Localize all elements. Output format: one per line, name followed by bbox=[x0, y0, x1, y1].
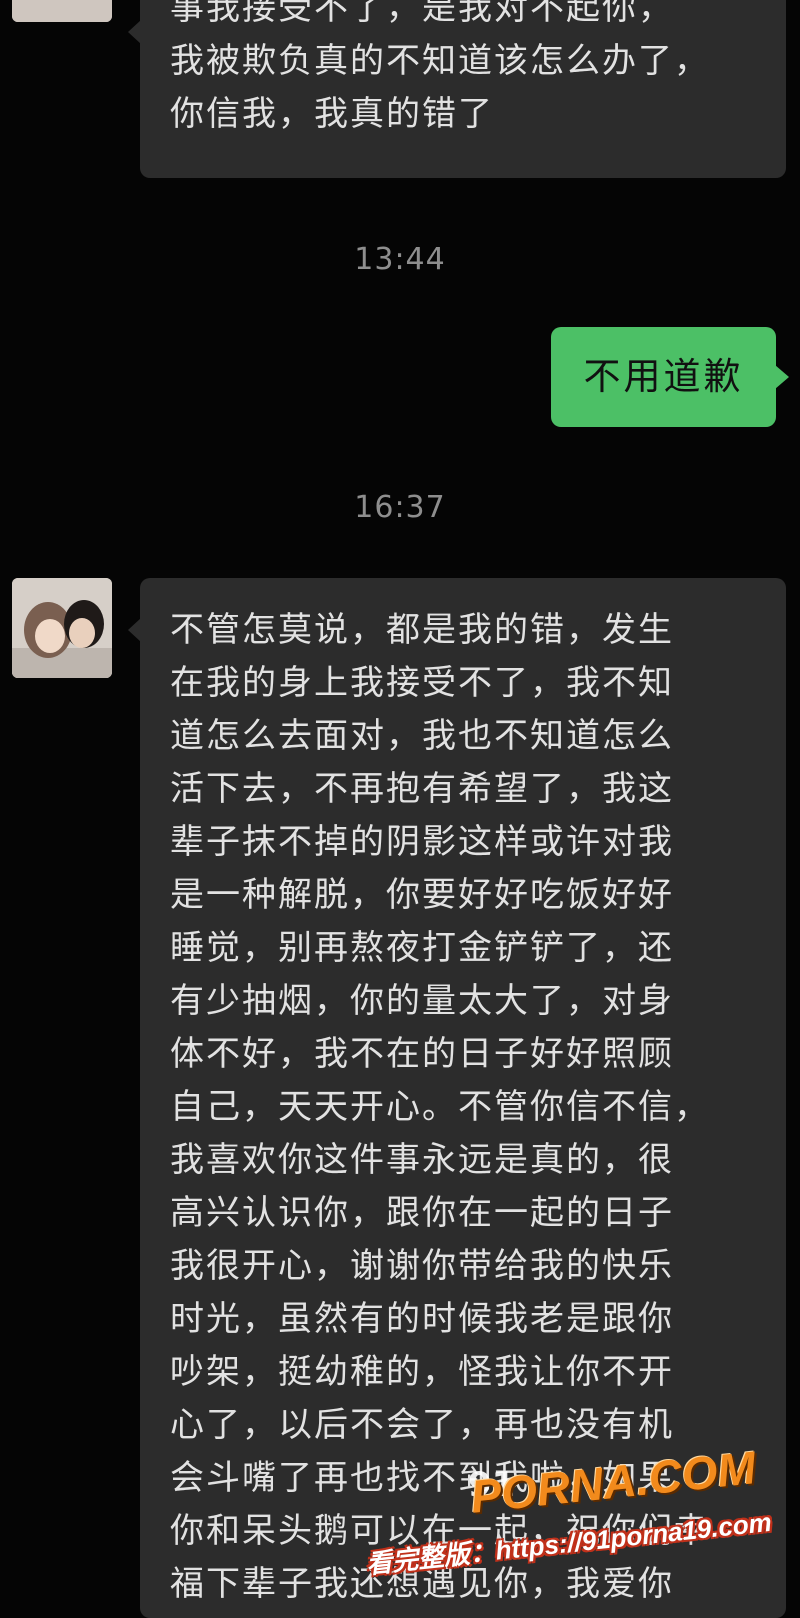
message-line: 时光，虽然有的时候我老是跟你 bbox=[170, 1299, 674, 1339]
message-line: 有少抽烟，你的量太大了，对身 bbox=[170, 981, 674, 1021]
message-line: 体不好，我不在的日子好好照顾 bbox=[170, 1034, 674, 1074]
message-line: 吵架，挺幼稚的，怪我让你不开 bbox=[170, 1352, 674, 1392]
message-line: 在我的身上我接受不了，我不知 bbox=[170, 663, 674, 703]
message-line: 活下去，不再抱有希望了，我这 bbox=[170, 769, 674, 809]
message-line: 你信我，我真的错了 bbox=[170, 94, 494, 134]
avatar-photo bbox=[12, 578, 112, 678]
outgoing-message-bubble[interactable]: 不用道歉 bbox=[551, 327, 789, 427]
contact-avatar[interactable] bbox=[12, 0, 112, 22]
message-line: 辈子抹不掉的阴影这样或许对我 bbox=[170, 822, 674, 862]
chat-view[interactable]: 事我接受不了，是我对不起你， 我被欺负真的不知道该怎么办了， 你信我，我真的错了… bbox=[0, 0, 800, 1618]
message-timestamp: 16:37 bbox=[354, 490, 446, 525]
incoming-message-bubble[interactable]: 事我接受不了，是我对不起你， 我被欺负真的不知道该怎么办了， 你信我，我真的错了 bbox=[128, 0, 786, 178]
message-line: 你和呆头鹅可以在一起，祝你们幸 bbox=[170, 1511, 710, 1551]
message-line: 心了，以后不会了，再也没有机 bbox=[170, 1405, 674, 1445]
message-line: 福下辈子我还想遇见你，我爱你 bbox=[170, 1564, 674, 1604]
message-line: 会斗嘴了再也找不到我啦，如果 bbox=[170, 1458, 674, 1498]
message-text: 不用道歉 bbox=[583, 355, 744, 398]
message-line: 我喜欢你这件事永远是真的，很 bbox=[170, 1140, 674, 1180]
message-line: 我被欺负真的不知道该怎么办了， bbox=[170, 41, 710, 81]
message-line: 睡觉，别再熬夜打金铲铲了，还 bbox=[170, 928, 674, 968]
message-line: 是一种解脱，你要好好吃饭好好 bbox=[170, 875, 674, 915]
message-timestamp: 13:44 bbox=[354, 242, 446, 277]
message-line: 我很开心，谢谢你带给我的快乐 bbox=[170, 1246, 674, 1286]
incoming-message-bubble[interactable]: 不管怎莫说，都是我的错，发生 在我的身上我接受不了，我不知 道怎么去面对，我也不… bbox=[128, 578, 786, 1618]
message-line: 道怎么去面对，我也不知道怎么 bbox=[170, 716, 674, 756]
message-line: 自己，天天开心。不管你信不信， bbox=[170, 1087, 710, 1127]
message-line: 高兴认识你，跟你在一起的日子 bbox=[170, 1193, 674, 1233]
contact-avatar[interactable] bbox=[12, 578, 112, 678]
message-line: 事我接受不了，是我对不起你， bbox=[170, 0, 674, 28]
avatar-photo bbox=[12, 0, 112, 22]
message-line: 不管怎莫说，都是我的错，发生 bbox=[170, 610, 674, 650]
